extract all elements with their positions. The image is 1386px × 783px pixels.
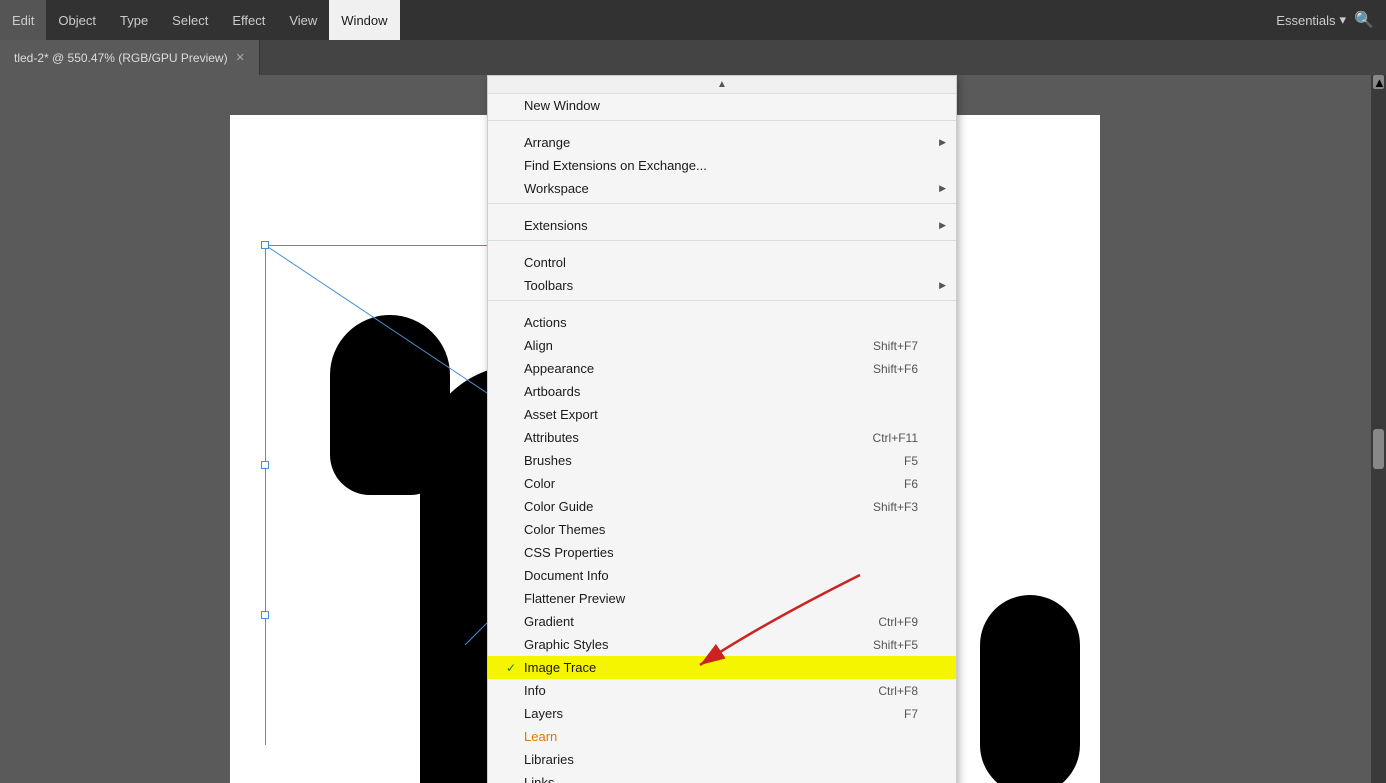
menu-item-toolbars[interactable]: Toolbars (488, 274, 956, 297)
menu-scroll-up[interactable]: ▲ (488, 76, 956, 94)
menu-item-label: Color (524, 476, 904, 491)
menu-item-shortcut: F6 (904, 477, 938, 491)
menu-item-label: CSS Properties (524, 545, 938, 560)
menu-item-layers[interactable]: LayersF7 (488, 702, 956, 725)
menu-item-label: Learn (524, 729, 938, 744)
menu-item-label: Align (524, 338, 873, 353)
menu-item-graphic-styles[interactable]: Graphic StylesShift+F5 (488, 633, 956, 656)
menu-item-asset-export[interactable]: Asset Export (488, 403, 956, 426)
menu-item-extensions[interactable]: Extensions (488, 214, 956, 237)
search-icon[interactable]: 🔍 (1354, 10, 1374, 30)
scrollbar-right[interactable]: ▲ (1371, 75, 1386, 783)
menu-item-links[interactable]: Links (488, 771, 956, 783)
menu-item-learn[interactable]: Learn (488, 725, 956, 748)
menu-item-label: Document Info (524, 568, 938, 583)
menu-item-new-window[interactable]: New Window (488, 94, 956, 117)
menu-separator-1 (488, 120, 956, 128)
menu-item-control[interactable]: Control (488, 251, 956, 274)
menu-item-shortcut: Ctrl+F9 (878, 615, 938, 629)
handle-bottom-left[interactable] (261, 611, 269, 619)
menu-item-label: Actions (524, 315, 938, 330)
menu-item-flattener-preview[interactable]: Flattener Preview (488, 587, 956, 610)
menu-item-workspace[interactable]: Workspace (488, 177, 956, 200)
menu-bar-right: Essentials ▾ 🔍 (1276, 10, 1386, 30)
essentials-button[interactable]: Essentials ▾ (1276, 12, 1346, 28)
menu-item-shortcut: Ctrl+F11 (873, 431, 938, 445)
menu-item-label: Gradient (524, 614, 878, 629)
menu-item-label: Control (524, 255, 938, 270)
menu-separator-10 (488, 300, 956, 308)
menu-item-shortcut: Shift+F7 (873, 339, 938, 353)
canvas-shape-3 (980, 595, 1080, 783)
menu-item-shortcut: Ctrl+F8 (878, 684, 938, 698)
menu-separator-7 (488, 240, 956, 248)
menu-item-label: Artboards (524, 384, 938, 399)
menu-item-actions[interactable]: Actions (488, 311, 956, 334)
menu-select[interactable]: Select (160, 0, 220, 40)
menu-item-appearance[interactable]: AppearanceShift+F6 (488, 357, 956, 380)
menu-item-css-properties[interactable]: CSS Properties (488, 541, 956, 564)
document-tab[interactable]: tled-2* @ 550.47% (RGB/GPU Preview) ✕ (0, 40, 260, 75)
menu-item-label: Links (524, 775, 938, 783)
window-menu-dropdown: ▲ New Window Arrange Find Extensions on Ex… (487, 75, 957, 783)
menu-item-label: New Window (524, 98, 938, 113)
check-icon-26: ✓ (506, 661, 524, 675)
menu-item-attributes[interactable]: AttributesCtrl+F11 (488, 426, 956, 449)
menu-item-info[interactable]: InfoCtrl+F8 (488, 679, 956, 702)
tab-title: tled-2* @ 550.47% (RGB/GPU Preview) (14, 51, 228, 65)
menu-window[interactable]: Window (329, 0, 399, 40)
menu-item-label: Color Guide (524, 499, 873, 514)
menu-view[interactable]: View (277, 0, 329, 40)
menu-item-label: Layers (524, 706, 904, 721)
bounding-left-line (265, 245, 266, 745)
menu-item-label: Image Trace (524, 660, 938, 675)
menu-effect[interactable]: Effect (220, 0, 277, 40)
menu-item-color-themes[interactable]: Color Themes (488, 518, 956, 541)
menu-item-align[interactable]: AlignShift+F7 (488, 334, 956, 357)
menu-item-label: Graphic Styles (524, 637, 873, 652)
menu-edit[interactable]: Edit (0, 0, 46, 40)
menu-item-label: Find Extensions on Exchange... (524, 158, 938, 173)
menu-object[interactable]: Object (46, 0, 108, 40)
canvas-area: ▲ ▲ New Window Arrange Find Extensions on … (0, 75, 1386, 783)
menu-item-find-extensions-on-exchange...[interactable]: Find Extensions on Exchange... (488, 154, 956, 177)
menu-item-label: Extensions (524, 218, 938, 233)
menu-item-gradient[interactable]: GradientCtrl+F9 (488, 610, 956, 633)
menu-item-label: Brushes (524, 453, 904, 468)
menu-item-shortcut: Shift+F6 (873, 362, 938, 376)
menu-item-label: Toolbars (524, 278, 938, 293)
menu-item-label: Arrange (524, 135, 938, 150)
scrollbar-thumb[interactable] (1373, 429, 1384, 469)
menu-item-shortcut: Shift+F5 (873, 638, 938, 652)
menu-item-image-trace[interactable]: ✓Image Trace (488, 656, 956, 679)
menu-item-label: Info (524, 683, 878, 698)
menu-item-label: Asset Export (524, 407, 938, 422)
menu-item-label: Appearance (524, 361, 873, 376)
menu-item-shortcut: F7 (904, 707, 938, 721)
menu-item-label: Libraries (524, 752, 938, 767)
menu-separator-5 (488, 203, 956, 211)
menu-type[interactable]: Type (108, 0, 160, 40)
menu-item-label: Workspace (524, 181, 938, 196)
menu-bar: Edit Object Type Select Effect View Wind… (0, 0, 1386, 40)
handle-mid-left[interactable] (261, 461, 269, 469)
menu-item-shortcut: F5 (904, 454, 938, 468)
menu-item-color[interactable]: ColorF6 (488, 472, 956, 495)
menu-item-arrange[interactable]: Arrange (488, 131, 956, 154)
menu-item-shortcut: Shift+F3 (873, 500, 938, 514)
menu-item-artboards[interactable]: Artboards (488, 380, 956, 403)
menu-item-label: Flattener Preview (524, 591, 938, 606)
tab-close-button[interactable]: ✕ (236, 51, 245, 64)
menu-item-label: Color Themes (524, 522, 938, 537)
menu-item-document-info[interactable]: Document Info (488, 564, 956, 587)
menu-item-libraries[interactable]: Libraries (488, 748, 956, 771)
menu-item-color-guide[interactable]: Color GuideShift+F3 (488, 495, 956, 518)
menu-item-brushes[interactable]: BrushesF5 (488, 449, 956, 472)
handle-top-left[interactable] (261, 241, 269, 249)
tab-bar: tled-2* @ 550.47% (RGB/GPU Preview) ✕ (0, 40, 1386, 75)
menu-item-label: Attributes (524, 430, 873, 445)
scrollbar-up-arrow[interactable]: ▲ (1373, 75, 1384, 89)
